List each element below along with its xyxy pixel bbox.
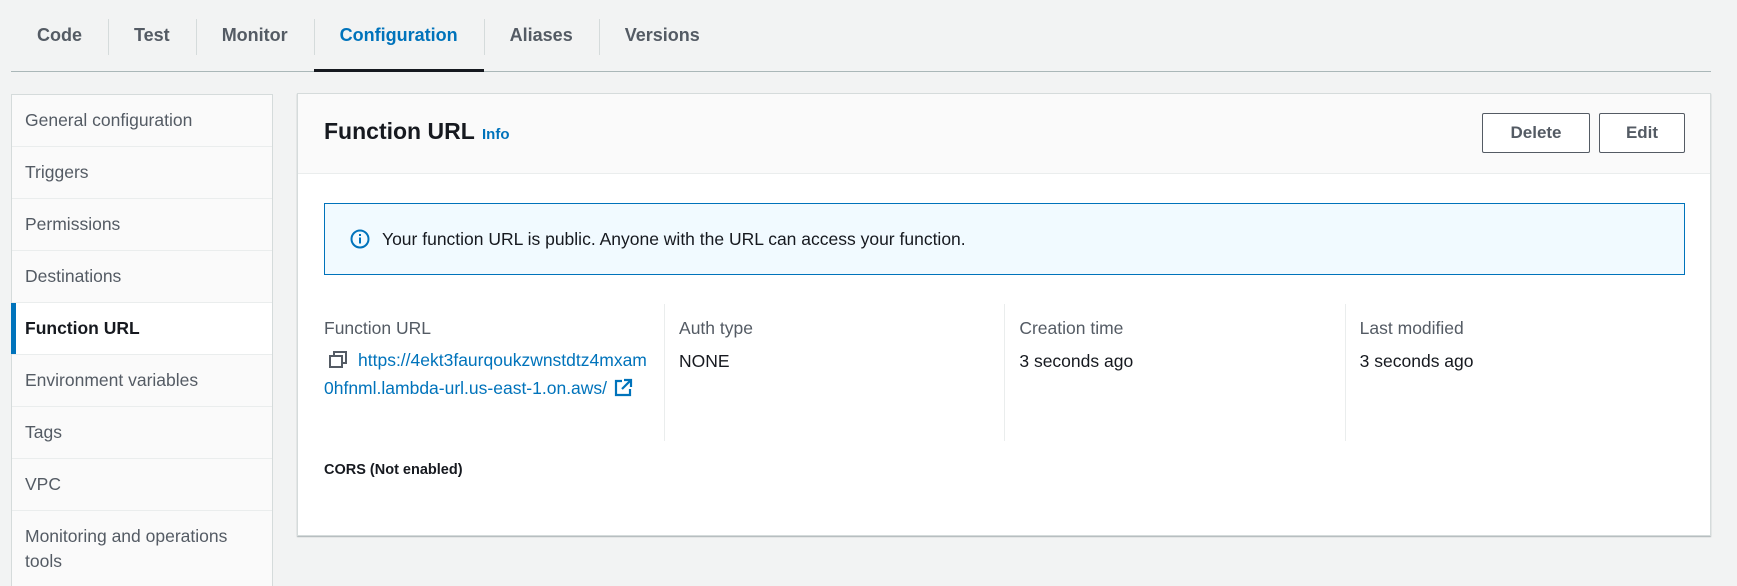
details-grid: Function URL https://4ekt3faurqoukzwnstd…: [324, 304, 1685, 441]
function-url-link[interactable]: https://4ekt3faurqoukzwnstdtz4mxam0hfnml…: [324, 350, 647, 398]
sidebar-item-general-configuration[interactable]: General configuration: [12, 95, 272, 147]
sidebar-item-monitoring-tools[interactable]: Monitoring and operations tools: [12, 511, 272, 586]
tab-bar: Code Test Monitor Configuration Aliases …: [11, 0, 1711, 72]
copy-icon[interactable]: [328, 351, 348, 369]
creation-time-column: Creation time 3 seconds ago: [1004, 304, 1344, 441]
auth-type-label: Auth type: [679, 318, 753, 338]
last-modified-column: Last modified 3 seconds ago: [1344, 304, 1685, 441]
function-url-label: Function URL: [324, 318, 431, 338]
external-link-icon[interactable]: [613, 378, 633, 398]
alert-message: Your function URL is public. Anyone with…: [382, 228, 966, 249]
auth-type-column: Auth type NONE: [664, 304, 1004, 441]
creation-time-label: Creation time: [1019, 318, 1124, 338]
config-sidebar: General configuration Triggers Permissio…: [11, 94, 273, 586]
panel-title: Function URL: [324, 118, 475, 144]
info-circle-icon: [350, 229, 370, 249]
tab-test[interactable]: Test: [108, 0, 196, 71]
sidebar-item-destinations[interactable]: Destinations: [12, 251, 272, 303]
tab-configuration[interactable]: Configuration: [313, 0, 484, 72]
panel-header: Function URL Info Delete Edit: [298, 94, 1710, 174]
auth-type-value: NONE: [679, 351, 730, 371]
cors-status: CORS (Not enabled): [324, 462, 463, 478]
delete-button[interactable]: Delete: [1482, 113, 1590, 153]
sidebar-item-environment-variables[interactable]: Environment variables: [12, 355, 272, 407]
sidebar-item-tags[interactable]: Tags: [12, 407, 272, 459]
function-url-column: Function URL https://4ekt3faurqoukzwnstd…: [324, 304, 664, 441]
public-url-alert: Your function URL is public. Anyone with…: [324, 203, 1685, 275]
last-modified-label: Last modified: [1359, 318, 1464, 338]
function-url-value: https://4ekt3faurqoukzwnstdtz4mxam0hfnml…: [324, 346, 650, 402]
tab-aliases[interactable]: Aliases: [483, 0, 599, 71]
info-link[interactable]: Info: [482, 126, 510, 143]
tab-code[interactable]: Code: [11, 0, 108, 71]
function-url-panel: Function URL Info Delete Edit Your funct…: [297, 93, 1711, 536]
last-modified-value: 3 seconds ago: [1359, 351, 1474, 371]
creation-time-value: 3 seconds ago: [1019, 351, 1134, 371]
sidebar-item-vpc[interactable]: VPC: [12, 459, 272, 511]
sidebar-item-triggers[interactable]: Triggers: [12, 147, 272, 199]
tab-monitor[interactable]: Monitor: [195, 0, 314, 71]
tab-versions[interactable]: Versions: [598, 0, 726, 71]
sidebar-item-permissions[interactable]: Permissions: [12, 199, 272, 251]
edit-button[interactable]: Edit: [1599, 113, 1685, 153]
sidebar-item-function-url[interactable]: Function URL: [11, 303, 272, 355]
